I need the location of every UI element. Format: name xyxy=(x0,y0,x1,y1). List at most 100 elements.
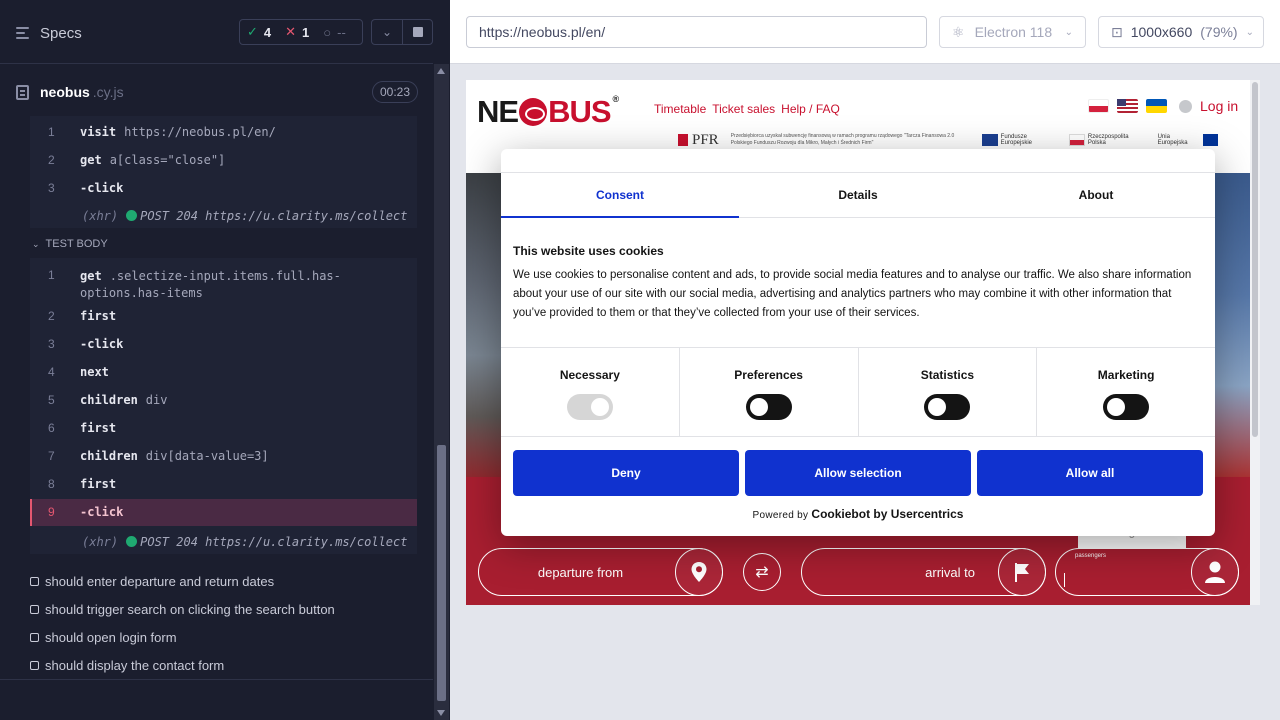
command-name: children xyxy=(80,393,138,407)
xhr-log-row[interactable]: (xhr) POST 204 https://u.clarity.ms/colle… xyxy=(30,204,417,228)
test-body-section-toggle[interactable]: ⌄ TEST BODY xyxy=(32,238,108,250)
flag-us-icon[interactable] xyxy=(1117,99,1138,113)
cookie-category-toggles: Necessary Preferences Statistics Marketi… xyxy=(501,347,1215,437)
menu-icon xyxy=(16,26,32,40)
deny-button[interactable]: Deny xyxy=(513,450,739,496)
command-row[interactable]: 7 children div[data-value=3] xyxy=(30,444,417,468)
test-item[interactable]: should open login form xyxy=(30,627,177,647)
toggle-label: Necessary xyxy=(559,368,620,382)
toggle-label: Statistics xyxy=(920,368,975,382)
passed-count: 4 xyxy=(263,24,272,40)
command-name: children xyxy=(80,449,138,463)
scroll-down-icon[interactable] xyxy=(437,710,445,716)
command-number: 3 xyxy=(48,181,55,195)
command-arg: .selectize-input.items.full.has- xyxy=(109,269,341,283)
command-row[interactable]: 1 get .selectize-input.items.full.has-opt… xyxy=(30,262,417,300)
command-row[interactable]: 3 -click xyxy=(30,176,417,200)
viewport-info[interactable]: ⊡ 1000x660 (79%) ⌄ xyxy=(1098,16,1264,48)
command-name: -click xyxy=(80,337,124,351)
tab-about[interactable]: About xyxy=(977,173,1215,217)
flag-ua-icon[interactable] xyxy=(1146,99,1167,113)
pending-icon: ○ xyxy=(323,24,332,40)
passed-stat: ✓ 4 xyxy=(240,24,278,40)
viewport-zoom: (79%) xyxy=(1200,24,1238,40)
test-body-command-log: 1 get .selectize-input.items.full.has-opt… xyxy=(30,258,417,554)
command-row[interactable]: 8 first xyxy=(30,472,417,496)
chevron-down-icon[interactable]: ⌄ xyxy=(371,19,403,45)
command-number: 3 xyxy=(48,337,55,351)
x-icon: ✕ xyxy=(285,24,297,39)
command-row[interactable]: 6 first xyxy=(30,416,417,440)
spec-duration-badge: 00:23 xyxy=(371,81,418,103)
stop-button[interactable] xyxy=(402,19,433,45)
file-icon xyxy=(16,84,29,100)
aut-scrollbar[interactable] xyxy=(1250,80,1260,605)
scrollbar-thumb[interactable] xyxy=(437,445,446,701)
app-under-test: NE BUS ® Timetable Ticket sales Help / F… xyxy=(466,80,1250,605)
command-number: 1 xyxy=(48,268,55,282)
statistics-toggle[interactable] xyxy=(924,394,971,420)
spec-file-row[interactable]: neobus .cy.js 00:23 xyxy=(16,80,418,104)
cookie-buttons: Deny Allow selection Allow all xyxy=(513,450,1203,496)
url-bar[interactable]: https://neobus.pl/en/ xyxy=(466,16,927,48)
test-item[interactable]: should enter departure and return dates xyxy=(30,571,274,591)
command-row[interactable]: 3 -click xyxy=(30,332,417,356)
passengers-field[interactable]: passengers xyxy=(1055,548,1239,596)
cookie-title: This website uses cookies xyxy=(513,244,664,258)
departure-field[interactable]: departure from xyxy=(478,548,723,596)
browser-selector[interactable]: ⚛ Electron 118 ⌄ xyxy=(939,16,1086,48)
test-status-icon xyxy=(30,604,39,614)
xhr-label: (xhr) xyxy=(82,209,119,223)
nav-help-faq[interactable]: Help / FAQ xyxy=(781,102,840,116)
command-name: first xyxy=(80,421,117,435)
command-name: -click xyxy=(80,505,124,519)
command-row-failed[interactable]: 9 -click xyxy=(30,499,417,526)
departure-label: departure from xyxy=(537,564,624,580)
flag-pl-icon[interactable] xyxy=(1088,99,1109,113)
browser-name: Electron 118 xyxy=(974,24,1053,40)
pfr-logo: PFR xyxy=(678,132,719,149)
command-row[interactable]: 4 next xyxy=(30,360,417,384)
chevron-down-icon: ⌄ xyxy=(1245,26,1254,38)
swap-button[interactable]: ⇄ xyxy=(743,553,781,591)
scrollbar-thumb[interactable] xyxy=(1252,82,1258,437)
preferences-toggle[interactable] xyxy=(745,394,792,420)
nav-timetable[interactable]: Timetable xyxy=(654,102,706,116)
text-caret xyxy=(1064,573,1065,587)
powered-by[interactable]: Powered by Cookiebot by Usercentrics xyxy=(501,507,1215,521)
neobus-logo[interactable]: NE BUS ® xyxy=(477,94,619,130)
success-dot-icon xyxy=(126,210,138,221)
command-row[interactable]: 2 get a[class="close"] xyxy=(30,148,417,172)
test-status-icon xyxy=(30,576,39,586)
toggle-necessary-group: Necessary xyxy=(501,348,680,436)
viewport-size: 1000x660 xyxy=(1130,24,1193,40)
test-item[interactable]: should trigger search on clicking the se… xyxy=(30,599,335,619)
command-row[interactable]: 2 first xyxy=(30,304,417,328)
site-nav: Timetable Ticket sales Help / FAQ xyxy=(654,102,840,116)
tab-details[interactable]: Details xyxy=(739,173,977,217)
stop-icon xyxy=(412,27,423,37)
command-number: 8 xyxy=(48,477,55,491)
test-item[interactable]: should display the contact form xyxy=(30,655,224,675)
command-name: -click xyxy=(80,181,124,195)
allow-selection-button[interactable]: Allow selection xyxy=(745,450,971,496)
command-row[interactable]: 1 visit https://neobus.pl/en/ xyxy=(30,120,417,144)
reporter-scrollbar[interactable] xyxy=(434,64,449,720)
pending-count: -- xyxy=(337,24,346,40)
allow-all-button[interactable]: Allow all xyxy=(977,450,1203,496)
arrival-field[interactable]: arrival to xyxy=(801,548,1046,596)
login-link[interactable]: Log in xyxy=(1200,98,1238,114)
ruler-icon: ⊡ xyxy=(1111,23,1123,40)
scroll-up-icon[interactable] xyxy=(437,68,445,74)
tab-consent[interactable]: Consent xyxy=(501,173,739,218)
marketing-toggle[interactable] xyxy=(1103,394,1150,420)
command-row[interactable]: 5 children div xyxy=(30,388,417,412)
xhr-log-row[interactable]: (xhr) POST 204 https://u.clarity.ms/colle… xyxy=(30,530,417,554)
cookie-description: We use cookies to personalise content an… xyxy=(513,269,1192,319)
command-name: visit xyxy=(80,125,117,139)
nav-ticket-sales[interactable]: Ticket sales xyxy=(712,102,775,116)
command-number: 4 xyxy=(48,365,55,379)
specs-button[interactable]: Specs xyxy=(16,22,82,44)
command-name: first xyxy=(80,309,117,323)
fe-logo: Fundusze Europejskie xyxy=(982,132,1057,148)
